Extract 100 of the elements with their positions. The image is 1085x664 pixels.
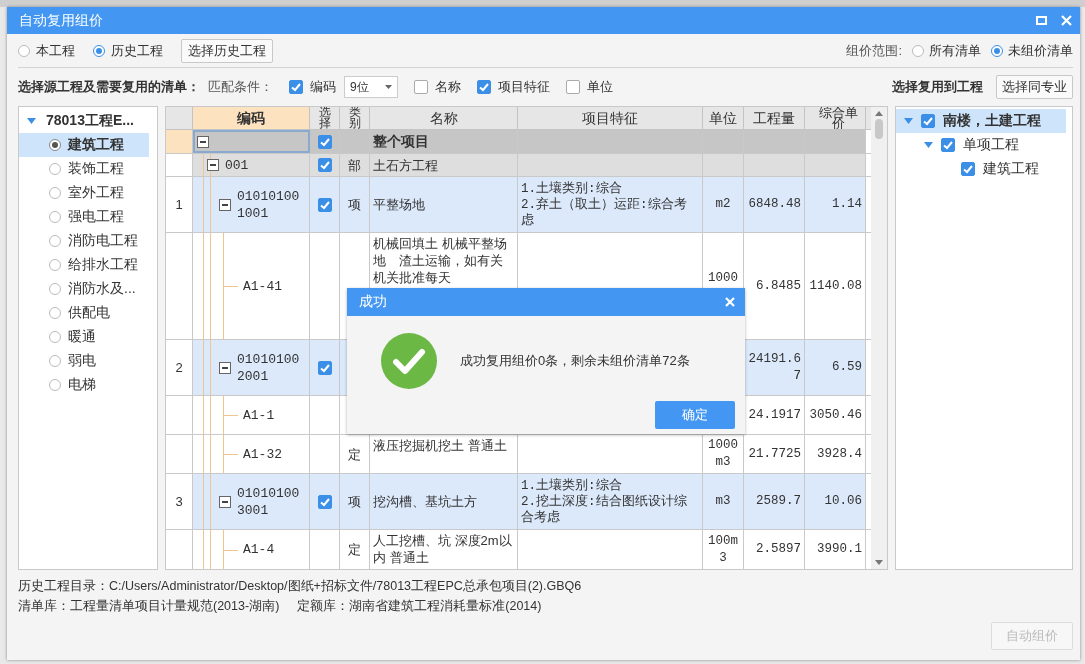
tree-item[interactable]: 弱电: [19, 349, 149, 373]
table-row[interactable]: 001 部 土石方工程: [166, 154, 872, 177]
checkbox[interactable]: [566, 80, 580, 94]
code-text: 001: [225, 156, 249, 174]
expand-caret-icon[interactable]: [904, 118, 913, 124]
scroll-thumb[interactable]: [875, 119, 883, 139]
maximize-icon[interactable]: [1036, 16, 1047, 25]
unit-cell: m2: [703, 177, 744, 232]
collapse-icon[interactable]: [219, 361, 231, 374]
price-cell: 6.59: [805, 340, 866, 395]
code-text: A1-41: [243, 277, 282, 295]
table-row[interactable]: 1 010101001001 项 平整场地 1.土壤类别:综合 2.弃土（取土）运距:综合考虑 m2 6848.48 1.14: [166, 177, 872, 233]
window-title: 自动复用组价: [19, 11, 103, 30]
checkbox-label[interactable]: 项目特征: [498, 78, 550, 96]
close-icon[interactable]: [725, 297, 735, 307]
radio-option[interactable]: 本工程: [18, 41, 75, 60]
name-cell: 人工挖槽、坑 深度2m以内 普通土: [370, 530, 518, 569]
tree-item[interactable]: 强电工程: [19, 205, 149, 229]
table-row[interactable]: 3 010101003001 项 挖沟槽、基坑土方 1.土壤类别:综合 2.挖土深度:结合图纸设计综合考虑 m3 2589.7 10.06: [166, 474, 872, 530]
check-circle-icon: [381, 333, 437, 389]
expand-caret-icon[interactable]: [924, 142, 933, 148]
quantity-cell: 21.7725: [744, 435, 805, 473]
scroll-down-icon[interactable]: [875, 560, 883, 565]
column-header[interactable]: 工程量: [744, 107, 805, 129]
row-checkbox[interactable]: [317, 197, 332, 212]
collapse-icon[interactable]: [197, 135, 209, 148]
table-row[interactable]: 整个项目: [166, 130, 872, 154]
tree-node[interactable]: 南楼，土建工程: [896, 109, 1066, 133]
tree-item[interactable]: 消防水及...: [19, 277, 149, 301]
tree-item[interactable]: 给排水工程: [19, 253, 149, 277]
tree-item[interactable]: 建筑工程: [19, 133, 149, 157]
unit-cell: m3: [703, 474, 744, 529]
tree-item[interactable]: 消防电工程: [19, 229, 149, 253]
checkbox[interactable]: [414, 80, 428, 94]
name-cell: 平整场地: [370, 177, 518, 232]
tree-node[interactable]: 建筑工程: [896, 157, 1066, 181]
same-major-button[interactable]: 选择同专业: [996, 75, 1073, 99]
scope-label: 组价范围:: [846, 41, 902, 60]
category-cell: 部: [340, 154, 370, 176]
radio-option[interactable]: 历史工程: [93, 41, 163, 60]
target-label: 选择复用到工程: [892, 78, 983, 96]
tree-label: 建筑工程: [983, 160, 1039, 178]
caret-icon[interactable]: [385, 85, 392, 89]
collapse-icon[interactable]: [219, 198, 231, 211]
row-checkbox[interactable]: [317, 360, 332, 375]
tree-node[interactable]: 单项工程: [896, 133, 1066, 157]
feature-cell: 1.土壤类别:综合 2.挖土深度:结合图纸设计综合考虑: [518, 474, 703, 529]
tree-label: 单项工程: [963, 136, 1019, 154]
history-path-text: 历史工程目录：C:/Users/Administrator/Desktop/图纸+招标文件/78013工程EPC总承包项目(2).GBQ6: [18, 578, 583, 595]
quantity-cell: 24191.67: [744, 340, 805, 395]
code-text: 010101001001: [237, 187, 301, 222]
quantity-cell: 2.5897: [744, 530, 805, 569]
price-cell: 3928.4: [805, 435, 866, 473]
checkbox-label[interactable]: 名称: [435, 78, 461, 96]
feature-cell: 1.土壤类别:综合 2.弃土（取土）运距:综合考虑: [518, 177, 703, 232]
tree-node[interactable]: 78013工程E...: [19, 109, 157, 133]
column-header[interactable]: 类别: [340, 107, 370, 129]
price-cell: 1140.08: [805, 233, 866, 339]
checkbox[interactable]: [477, 80, 491, 94]
code-text: 010101003001: [237, 484, 301, 519]
collapse-icon[interactable]: [207, 159, 219, 171]
radio-option[interactable]: 所有清单: [912, 41, 981, 60]
radio-option[interactable]: 未组价清单: [991, 41, 1073, 60]
column-header[interactable]: 编码: [193, 107, 310, 129]
unit-cell: 100m3: [703, 530, 744, 569]
tree-checkbox[interactable]: [961, 162, 975, 176]
column-header[interactable]: 单位: [703, 107, 744, 129]
category-cell: 定: [340, 435, 370, 473]
bill-library-text: 清单库：工程量清单项目计量规范(2013-湖南): [18, 598, 280, 615]
tree-item[interactable]: 暖通: [19, 325, 149, 349]
checkbox-label[interactable]: 编码: [310, 78, 336, 96]
column-header[interactable]: 项目特征: [518, 107, 703, 129]
section-label: 选择源工程及需要复用的清单：: [18, 78, 200, 96]
column-header[interactable]: 选择: [310, 107, 340, 129]
tree-checkbox[interactable]: [921, 114, 935, 128]
digits-dropdown[interactable]: 9位: [344, 76, 398, 98]
row-checkbox[interactable]: [317, 494, 332, 509]
collapse-icon[interactable]: [219, 495, 231, 508]
tree-item[interactable]: 室外工程: [19, 181, 149, 205]
checkbox-label[interactable]: 单位: [587, 78, 613, 96]
row-checkbox[interactable]: [317, 134, 332, 149]
column-header[interactable]: 综合单价: [805, 107, 866, 129]
expand-caret-icon[interactable]: [27, 118, 36, 124]
scrollbar[interactable]: [871, 107, 887, 569]
close-icon[interactable]: [1061, 15, 1072, 26]
code-text: 010101002001: [237, 350, 301, 385]
quantity-cell: [744, 154, 805, 176]
row-checkbox[interactable]: [317, 158, 332, 172]
unit-cell: 1000m3: [703, 435, 744, 473]
tree-item[interactable]: 装饰工程: [19, 157, 149, 181]
column-header[interactable]: 名称: [370, 107, 518, 129]
tree-item[interactable]: 供配电: [19, 301, 149, 325]
dialog-message: 成功复用组价0条，剩余未组价清单72条: [460, 352, 690, 370]
choose-history-button[interactable]: 选择历史工程: [181, 38, 273, 63]
tree-checkbox[interactable]: [941, 138, 955, 152]
name-cell: 整个项目: [370, 130, 518, 153]
checkbox[interactable]: [289, 80, 303, 94]
scroll-up-icon[interactable]: [875, 111, 883, 116]
tree-item[interactable]: 电梯: [19, 373, 149, 397]
name-cell: 液压挖掘机挖土 普通土: [370, 435, 518, 473]
